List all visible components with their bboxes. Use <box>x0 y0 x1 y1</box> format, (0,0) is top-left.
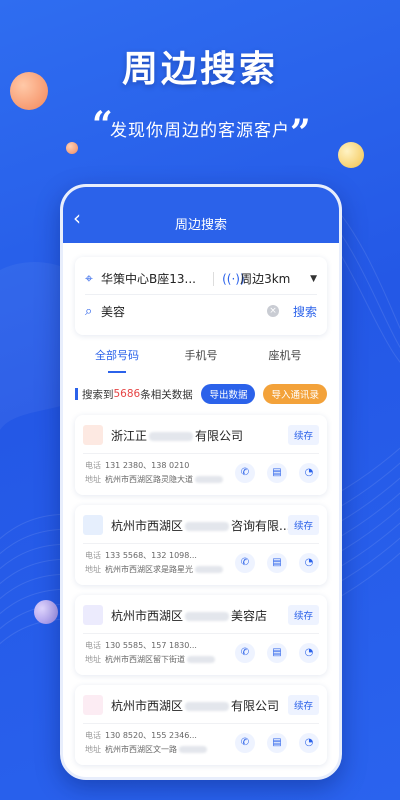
business-card[interactable]: 杭州市西湖区 美容店 续存 电话 130 5585、157 1830... 地址 杭州… <box>75 595 327 675</box>
address: 杭州市西湖区文一路 <box>105 745 177 754</box>
business-card[interactable]: 杭州市西湖区 咨询有限... 续存 电话 133 5568、132 1098... … <box>75 505 327 585</box>
phone-numbers: 133 5568、132 1098... <box>105 551 197 560</box>
location-pin-icon: ⌖ <box>85 270 93 287</box>
app-header: ‹ 周边搜索 <box>63 187 339 243</box>
page-title: 周边搜索 <box>174 218 227 233</box>
address: 杭州市西湖区求是路星光 <box>105 565 193 574</box>
phone-icon[interactable]: ✆ <box>235 733 255 753</box>
import-contacts-button[interactable]: 导入通讯录 <box>263 384 327 404</box>
phone-numbers: 130 5585、157 1830... <box>105 641 197 650</box>
save-button[interactable]: 续存 <box>287 515 319 535</box>
location-row: ⌖ 华策中心B座13... ((·)) 周边3km ▼ <box>85 263 317 295</box>
tab-all-numbers[interactable]: 全部号码 <box>75 347 159 375</box>
purple-ball-decoration <box>34 600 58 624</box>
contact-actions: ✆ ▤ ◔ <box>223 463 319 483</box>
save-button[interactable]: 续存 <box>287 695 319 715</box>
save-button[interactable]: 续存 <box>287 425 319 445</box>
wechat-icon[interactable]: ◔ <box>299 643 319 663</box>
business-info: 电话 130 5585、157 1830... 地址 杭州市西湖区留下街道 <box>85 639 225 667</box>
save-button[interactable]: 续存 <box>287 605 319 625</box>
business-name: 浙江正 有限公司 <box>111 429 244 443</box>
divider <box>213 271 215 286</box>
quote-close-icon: ” <box>290 112 311 154</box>
result-count: 5686 <box>113 388 141 400</box>
business-name: 杭州市西湖区 咨询有限... <box>111 519 291 533</box>
divider <box>83 543 319 544</box>
number-type-tabs: 全部号码 手机号 座机号 <box>75 347 327 375</box>
wechat-icon[interactable]: ◔ <box>299 553 319 573</box>
business-info: 电话 131 2380、138 0210 地址 杭州市西湖区路灵隐大道 <box>85 459 225 487</box>
search-row: ⌕ × 搜索 <box>85 295 317 327</box>
business-logo <box>83 425 103 445</box>
phone-mockup: ‹ 周边搜索 ⌖ 华策中心B座13... ((·)) 周边3km ▼ ⌕ × 搜… <box>60 184 342 780</box>
radar-icon: ((·)) <box>222 271 245 286</box>
wechat-icon[interactable]: ◔ <box>299 463 319 483</box>
business-name: 杭州市西湖区 有限公司 <box>111 699 280 713</box>
divider <box>83 453 319 454</box>
message-icon[interactable]: ▤ <box>267 553 287 573</box>
export-data-button[interactable]: 导出数据 <box>201 384 256 404</box>
address: 杭州市西湖区路灵隐大道 <box>105 475 193 484</box>
contact-actions: ✆ ▤ ◔ <box>223 733 319 753</box>
phone-icon[interactable]: ✆ <box>235 463 255 483</box>
message-icon[interactable]: ▤ <box>267 463 287 483</box>
message-icon[interactable]: ▤ <box>267 733 287 753</box>
address: 杭州市西湖区留下街道 <box>105 655 185 664</box>
phone-numbers: 131 2380、138 0210 <box>105 461 190 470</box>
tab-mobile[interactable]: 手机号 <box>159 347 243 375</box>
business-info: 电话 130 8520、155 2346... 地址 杭州市西湖区文一路 <box>85 729 225 757</box>
accent-mark <box>75 388 78 400</box>
search-panel: ⌖ 华策中心B座13... ((·)) 周边3km ▼ ⌕ × 搜索 <box>75 257 327 335</box>
contact-actions: ✆ ▤ ◔ <box>223 643 319 663</box>
business-card[interactable]: 杭州市西湖区 有限公司 续存 电话 130 8520、155 2346... 地址杭… <box>75 685 327 765</box>
business-name: 杭州市西湖区 美容店 <box>111 609 268 623</box>
search-icon: ⌕ <box>85 303 93 319</box>
business-logo <box>83 605 103 625</box>
result-prefix: 搜索到 <box>82 388 114 401</box>
contact-actions: ✆ ▤ ◔ <box>223 553 319 573</box>
hero-subtitle: 发现你周边的客源客户 <box>110 121 290 141</box>
location-selector[interactable]: 华策中心B座13... <box>101 270 205 287</box>
business-logo <box>83 695 103 715</box>
phone-numbers: 130 8520、155 2346... <box>105 731 197 740</box>
small-orange-ball-decoration <box>66 142 78 154</box>
search-button[interactable]: 搜索 <box>293 303 317 320</box>
yellow-ball-decoration <box>338 142 364 168</box>
phone-icon[interactable]: ✆ <box>235 643 255 663</box>
caret-down-icon[interactable]: ▼ <box>310 274 317 284</box>
tab-landline[interactable]: 座机号 <box>243 347 327 375</box>
business-card[interactable]: 浙江正 有限公司 续存 电话 131 2380、138 0210 地址 杭州市西湖区路… <box>75 415 327 495</box>
divider <box>83 633 319 634</box>
message-icon[interactable]: ▤ <box>267 643 287 663</box>
result-suffix: 条相关数据 <box>140 388 193 401</box>
hero-title: 周边搜索 <box>121 49 278 90</box>
range-selector[interactable]: 周边3km <box>240 270 310 287</box>
phone-icon[interactable]: ✆ <box>235 553 255 573</box>
business-info: 电话 133 5568、132 1098... 地址 杭州市西湖区求是路星光 <box>85 549 225 577</box>
clear-icon[interactable]: × <box>266 305 279 317</box>
divider <box>83 723 319 724</box>
wechat-icon[interactable]: ◔ <box>299 733 319 753</box>
result-summary: 搜索到 5686 条相关数据 导出数据 导入通讯录 <box>75 383 327 405</box>
business-logo <box>83 515 103 535</box>
search-input[interactable] <box>101 304 267 318</box>
